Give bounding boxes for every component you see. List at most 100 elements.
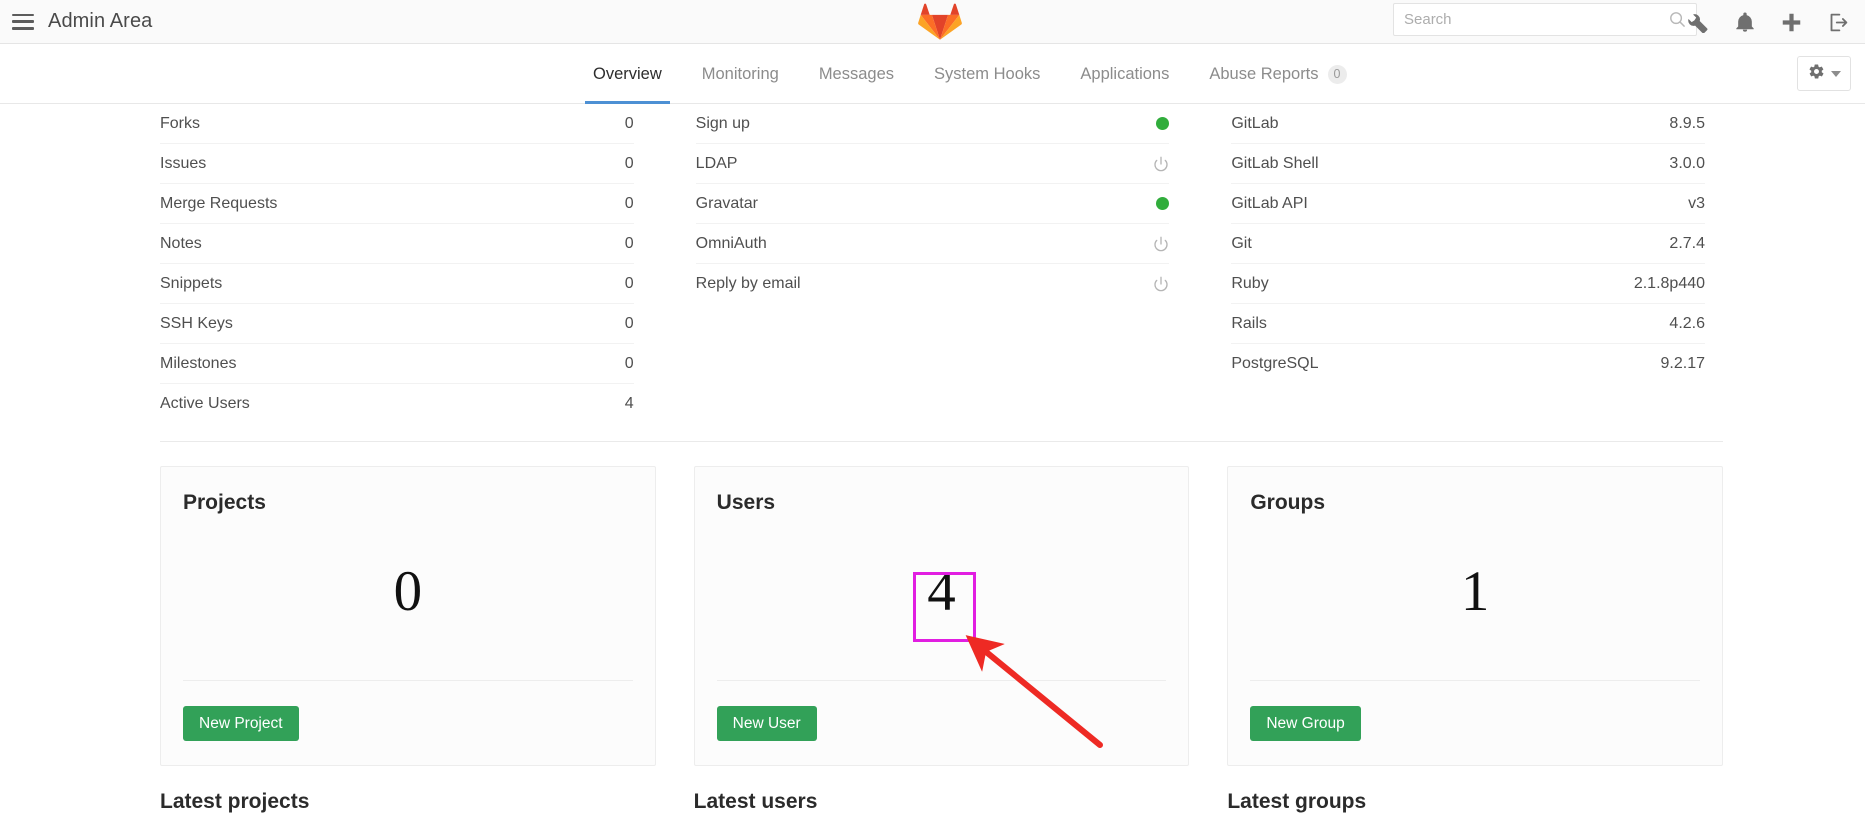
latest-users-heading: Latest users bbox=[693, 790, 818, 813]
power-icon bbox=[1153, 236, 1169, 252]
summary-card-group: Projects 0 New Project Users 4 New User … bbox=[160, 466, 1724, 766]
table-row: Reply by email bbox=[696, 264, 1170, 304]
table-row: Notes 0 bbox=[160, 224, 634, 264]
latest-projects-heading: Latest projects bbox=[160, 790, 310, 813]
search-box[interactable] bbox=[1393, 3, 1697, 36]
component-label: GitLab Shell bbox=[1231, 154, 1319, 172]
stat-value: 4 bbox=[624, 395, 634, 412]
table-row: Forks 0 bbox=[160, 104, 634, 144]
feature-label: OmniAuth bbox=[695, 234, 767, 252]
settings-dropdown-button[interactable] bbox=[1797, 56, 1851, 91]
table-row: Ruby 2.1.8p440 bbox=[1231, 264, 1706, 304]
power-icon bbox=[1153, 276, 1169, 292]
stat-value: 0 bbox=[624, 314, 634, 332]
stat-label: Notes bbox=[160, 234, 202, 252]
table-row: Gravatar bbox=[695, 184, 1170, 224]
stat-label: Merge Requests bbox=[160, 194, 278, 212]
tab-overview[interactable]: Overview bbox=[573, 44, 682, 104]
stat-value: 0 bbox=[624, 194, 634, 212]
chevron-down-icon bbox=[1830, 70, 1841, 77]
top-navigation-bar: Admin Area bbox=[0, 0, 1865, 44]
feature-label: Sign up bbox=[695, 114, 750, 132]
users-card: Users 4 New User bbox=[693, 466, 1190, 766]
table-row: GitLab 8.9.5 bbox=[1231, 104, 1706, 144]
projects-card: Projects 0 New Project bbox=[160, 466, 656, 766]
component-label: GitLab API bbox=[1231, 194, 1308, 212]
table-row: PostgreSQL 9.2.17 bbox=[1231, 344, 1705, 384]
component-version: 2.7.4 bbox=[1669, 234, 1706, 252]
groups-card: Groups 1 New Group bbox=[1227, 466, 1724, 766]
search-input[interactable] bbox=[1394, 4, 1669, 35]
admin-area-page: Admin Area Search Overview Monitoring Me… bbox=[0, 0, 1865, 829]
table-row: Active Users 4 bbox=[160, 384, 634, 424]
card-divider bbox=[183, 680, 633, 681]
green-dot-icon bbox=[1156, 197, 1170, 210]
projects-card-title: Projects bbox=[183, 491, 266, 514]
stat-value: 0 bbox=[624, 114, 634, 132]
new-project-button[interactable]: New Project bbox=[183, 705, 299, 741]
component-version: 3.0.0 bbox=[1669, 154, 1706, 172]
power-icon bbox=[1153, 156, 1169, 172]
latest-groups-heading: Latest groups bbox=[1227, 790, 1367, 813]
table-row: Issues 0 bbox=[160, 144, 634, 184]
component-version: v3 bbox=[1688, 194, 1706, 212]
feature-label: Reply by email bbox=[695, 275, 801, 292]
table-row: Milestones 0 bbox=[160, 344, 634, 384]
component-label: GitLab bbox=[1231, 114, 1279, 132]
statistics-components-column: GitLab 8.9.5 GitLab Shell 3.0.0 GitLab A… bbox=[1231, 104, 1706, 424]
tab-abuse-reports-label: Abuse Reports bbox=[1209, 64, 1319, 83]
card-divider bbox=[716, 680, 1167, 681]
tab-overview-label: Overview bbox=[593, 64, 662, 83]
hamburger-icon[interactable] bbox=[12, 13, 34, 30]
latest-sections: Latest projects Latest users Latest grou… bbox=[160, 790, 1723, 814]
stat-label: Milestones bbox=[160, 354, 237, 372]
tab-messages[interactable]: Messages bbox=[799, 44, 914, 104]
search-icon[interactable] bbox=[1669, 11, 1686, 28]
stat-label: Issues bbox=[160, 154, 207, 172]
stat-value: 0 bbox=[624, 274, 634, 292]
new-user-button[interactable]: New User bbox=[716, 705, 817, 741]
wrench-icon[interactable] bbox=[1688, 12, 1709, 33]
page-title: Admin Area bbox=[48, 10, 153, 32]
table-row: GitLab API v3 bbox=[1231, 184, 1706, 224]
tab-applications[interactable]: Applications bbox=[1060, 44, 1189, 104]
users-card-count: 4 bbox=[927, 560, 956, 623]
groups-card-title: Groups bbox=[1250, 491, 1326, 514]
gitlab-logo-icon[interactable] bbox=[918, 0, 962, 41]
stat-label: Forks bbox=[160, 114, 200, 132]
gear-icon bbox=[1808, 63, 1825, 85]
admin-tab-bar: Overview Monitoring Messages System Hook… bbox=[0, 44, 1865, 104]
tab-abuse-reports[interactable]: Abuse Reports 0 bbox=[1189, 44, 1366, 104]
projects-card-count: 0 bbox=[393, 560, 423, 623]
table-row: LDAP bbox=[695, 144, 1170, 184]
stat-label: SSH Keys bbox=[160, 314, 233, 332]
component-label: Git bbox=[1231, 234, 1252, 252]
tab-list: Overview Monitoring Messages System Hook… bbox=[573, 44, 1367, 104]
statistics-features-column: Sign up LDAP Gravatar OmniAuth Reply by … bbox=[695, 104, 1232, 424]
overview-statistics: Forks 0 Issues 0 Merge Requests 0 Notes … bbox=[0, 104, 1865, 424]
new-group-button[interactable]: New Group bbox=[1250, 705, 1361, 741]
plus-icon[interactable] bbox=[1781, 12, 1802, 33]
component-label: PostgreSQL bbox=[1231, 355, 1319, 372]
component-version: 4.2.6 bbox=[1669, 314, 1706, 332]
stat-label: Active Users bbox=[160, 395, 250, 412]
component-label: Rails bbox=[1231, 314, 1267, 332]
table-row: OmniAuth bbox=[695, 224, 1170, 264]
section-divider bbox=[160, 441, 1723, 442]
abuse-reports-badge: 0 bbox=[1327, 64, 1347, 84]
table-row: Sign up bbox=[695, 104, 1170, 144]
bell-icon[interactable] bbox=[1735, 12, 1755, 33]
tab-system-hooks[interactable]: System Hooks bbox=[914, 44, 1060, 104]
table-row: Git 2.7.4 bbox=[1231, 224, 1706, 264]
top-bar-icon-group bbox=[1688, 0, 1855, 44]
tab-system-hooks-label: System Hooks bbox=[934, 64, 1041, 83]
statistics-counts-column: Forks 0 Issues 0 Merge Requests 0 Notes … bbox=[160, 104, 696, 424]
component-version: 9.2.17 bbox=[1660, 355, 1706, 372]
tab-monitoring-label: Monitoring bbox=[701, 64, 779, 83]
groups-card-count: 1 bbox=[1460, 560, 1490, 623]
tab-monitoring[interactable]: Monitoring bbox=[682, 44, 799, 104]
stat-value: 0 bbox=[624, 234, 634, 252]
component-label: Ruby bbox=[1231, 274, 1269, 292]
sign-out-icon[interactable] bbox=[1828, 12, 1849, 33]
tab-applications-label: Applications bbox=[1080, 64, 1170, 83]
